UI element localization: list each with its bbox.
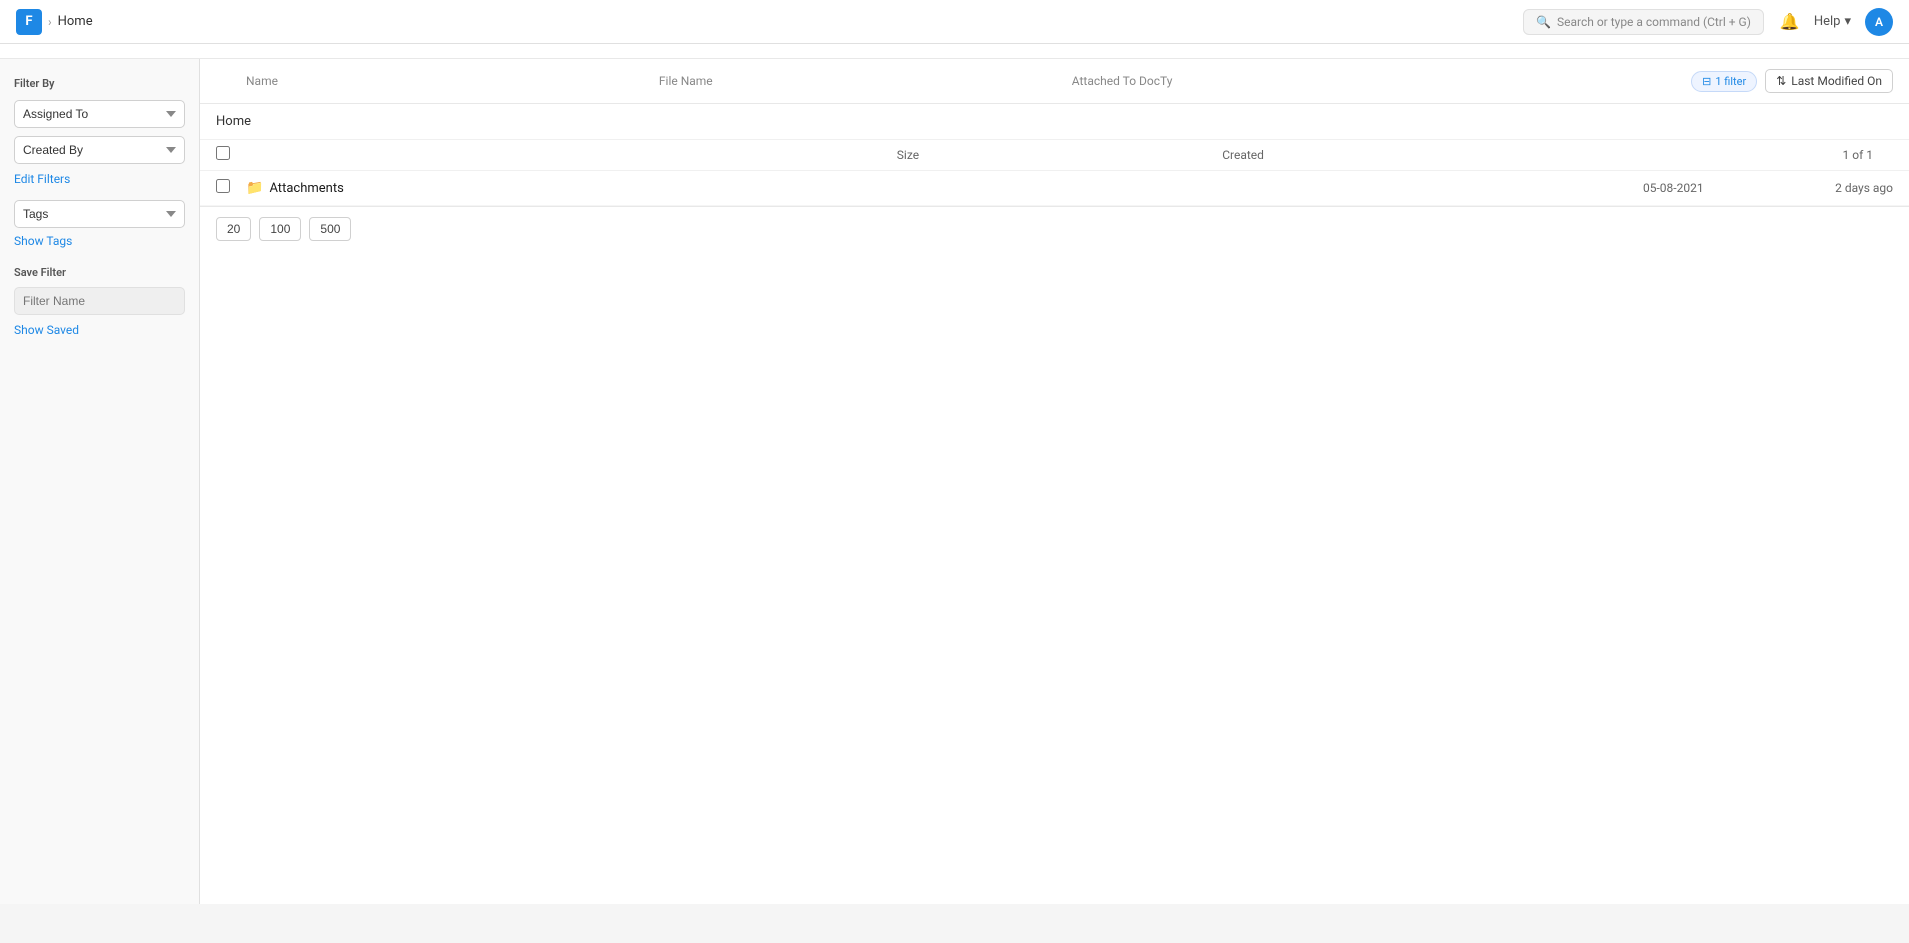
save-filter-label: Save Filter xyxy=(14,266,185,279)
sort-button[interactable]: ⇅ Last Modified On xyxy=(1765,69,1893,93)
folder-icon: 📁 xyxy=(246,180,263,196)
col-header-filename: File Name xyxy=(659,74,1072,88)
sub-column-headers: Size Created 1 of 1 xyxy=(200,140,1909,171)
file-rows-container: 📁 Attachments 05-08-2021 2 days ago xyxy=(200,171,1909,206)
select-all-checkbox[interactable] xyxy=(216,146,230,160)
assigned-to-filter[interactable]: Assigned To xyxy=(14,100,185,128)
table-header-row: Name File Name Attached To DocTy ⊟ 1 fil… xyxy=(200,59,1909,104)
pagination-option-100[interactable]: 100 xyxy=(259,217,301,241)
help-chevron-icon: ▾ xyxy=(1844,14,1851,29)
pagination-option-20[interactable]: 20 xyxy=(216,217,251,241)
row-created: 05-08-2021 xyxy=(1643,181,1773,195)
filter-by-label: Filter By xyxy=(14,77,185,90)
filter-sidebar: Filter By Assigned To Created By Edit Fi… xyxy=(0,59,200,904)
app-logo[interactable]: F xyxy=(16,9,42,35)
content-area: Filter By Assigned To Created By Edit Fi… xyxy=(0,59,1909,904)
help-menu[interactable]: Help ▾ xyxy=(1814,14,1851,29)
col-header-size: Size xyxy=(897,148,1222,162)
filter-icon: ⊟ xyxy=(1702,75,1711,88)
notification-bell[interactable]: 🔔 xyxy=(1780,12,1800,31)
edit-filters-link[interactable]: Edit Filters xyxy=(14,172,185,186)
pagination-footer: 20 100 500 xyxy=(200,206,1909,251)
filter-count: 1 filter xyxy=(1715,75,1746,88)
breadcrumb-home[interactable]: Home xyxy=(216,114,251,129)
show-saved-link[interactable]: Show Saved xyxy=(14,323,185,337)
filter-name-input[interactable] xyxy=(14,287,185,315)
search-icon: 🔍 xyxy=(1536,15,1551,29)
breadcrumb-chevron: › xyxy=(48,15,52,29)
search-placeholder-text: Search or type a command (Ctrl + G) xyxy=(1557,15,1751,29)
row-modified: 2 days ago xyxy=(1773,181,1893,195)
sort-label: Last Modified On xyxy=(1791,74,1882,88)
nav-breadcrumb[interactable]: Home xyxy=(58,14,93,29)
col-header-pageof: 1 of 1 xyxy=(1548,148,1893,162)
show-tags-link[interactable]: Show Tags xyxy=(14,234,185,248)
file-area: Name File Name Attached To DocTy ⊟ 1 fil… xyxy=(200,59,1909,904)
breadcrumb-row: Home xyxy=(200,104,1909,140)
user-avatar[interactable]: A xyxy=(1865,8,1893,36)
global-search[interactable]: 🔍 Search or type a command (Ctrl + G) xyxy=(1523,9,1764,35)
sort-icon: ⇅ xyxy=(1776,74,1786,88)
pagination-option-500[interactable]: 500 xyxy=(309,217,351,241)
filter-badge[interactable]: ⊟ 1 filter xyxy=(1691,71,1757,92)
row-checkbox[interactable] xyxy=(216,179,246,197)
col-header-name: Name xyxy=(246,74,659,88)
help-label: Help xyxy=(1814,14,1841,29)
tags-filter[interactable]: Tags xyxy=(14,200,185,228)
navbar: F › Home 🔍 Search or type a command (Ctr… xyxy=(0,0,1909,44)
created-by-filter[interactable]: Created By xyxy=(14,136,185,164)
col-header-created: Created xyxy=(1222,148,1547,162)
col-header-attached: Attached To DocTy xyxy=(1072,74,1485,88)
table-row: 📁 Attachments 05-08-2021 2 days ago xyxy=(200,171,1909,206)
row-name[interactable]: 📁 Attachments xyxy=(246,180,645,196)
